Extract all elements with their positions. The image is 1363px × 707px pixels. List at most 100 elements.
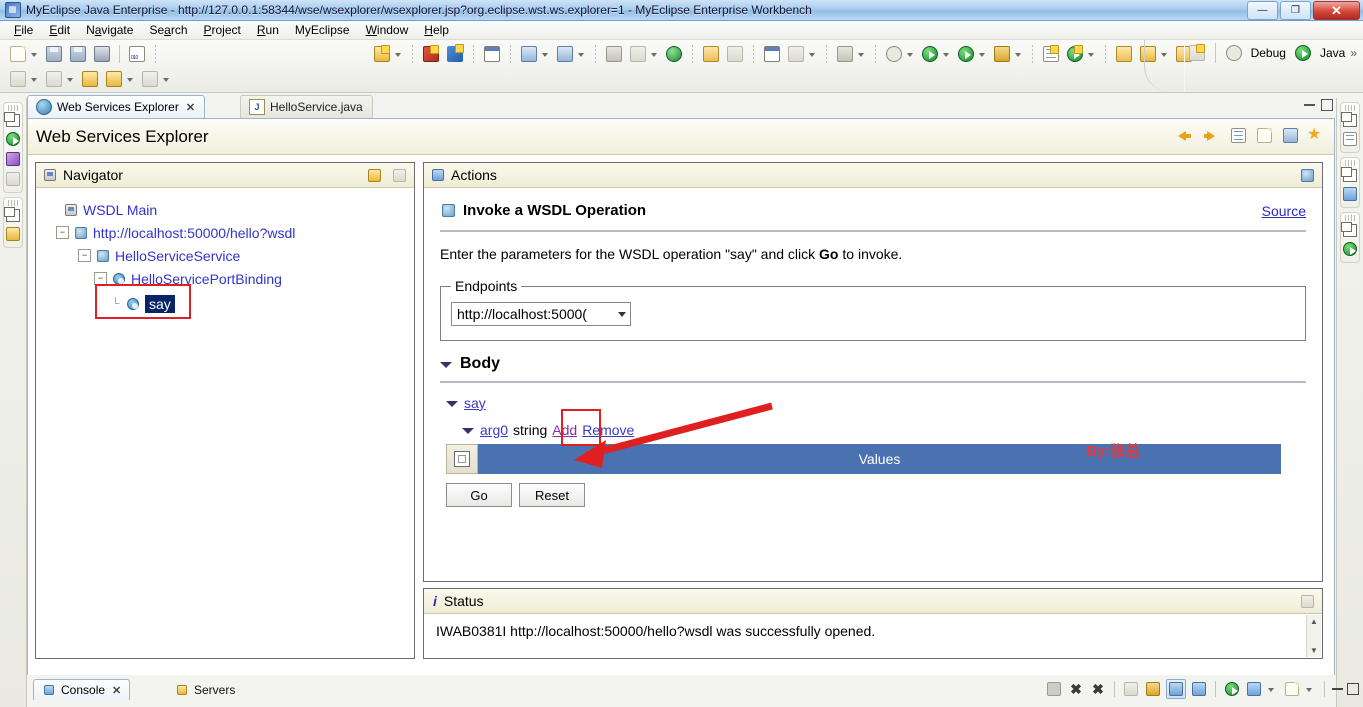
new-myeclipse-project-dropdown-icon[interactable] [394,44,403,64]
new-console-view-icon[interactable] [1245,680,1263,698]
tree-item-wsdl-main[interactable]: WSDL Main [44,198,406,221]
forward-history-icon[interactable] [140,69,160,89]
maximize-button[interactable]: ❐ [1280,1,1311,20]
fastview-drag-handle[interactable] [1345,160,1355,166]
annotation-dropdown-icon[interactable] [66,69,75,89]
debug-perspective-icon[interactable] [1224,43,1244,63]
select-all-checkbox-icon[interactable] [446,444,478,474]
preferences-icon[interactable] [1281,126,1300,145]
open-type-icon[interactable] [762,44,782,64]
tab-helloservice-java[interactable]: J HelloService.java [240,95,373,118]
run-history-dropdown-icon[interactable] [978,44,987,64]
database-explorer-icon[interactable] [701,44,721,64]
scroll-down-icon[interactable]: ▼ [1307,644,1321,657]
fastview-drag-handle[interactable] [8,105,18,111]
web-20-icon[interactable] [482,44,502,64]
tree-item-say[interactable]: └ say [44,290,406,317]
open-in-browser-icon[interactable] [1299,167,1316,184]
variables-view-icon[interactable] [4,150,22,168]
search-icon[interactable] [786,44,806,64]
validate-dropdown-icon[interactable] [30,69,39,89]
menu-item-file[interactable]: File [6,21,41,39]
back-history-icon[interactable] [104,69,124,89]
fastview-drag-handle[interactable] [8,200,18,206]
debug-perspective-label[interactable]: Debug [1248,46,1289,60]
minimize-console-icon[interactable] [1332,688,1343,690]
remove-link[interactable]: Remove [582,422,634,438]
fastview-drag-handle[interactable] [1345,105,1355,111]
restore-icon[interactable] [1341,222,1357,237]
junit-view-icon[interactable] [1341,240,1359,258]
run-history-icon[interactable] [956,44,976,64]
fastview-drag-handle[interactable] [1345,215,1355,221]
outline-view-icon[interactable] [1341,130,1359,148]
menu-item-search[interactable]: Search [141,21,195,39]
servers-view-icon[interactable] [4,225,22,243]
open-perspective-icon[interactable] [1187,43,1207,63]
package-explorer-icon[interactable] [1341,185,1359,203]
close-button[interactable]: ✕ [1313,1,1360,20]
next-annotation-icon[interactable] [80,69,100,89]
maximize-console-icon[interactable] [1347,683,1359,695]
open-task-icon[interactable] [1114,44,1134,64]
twisty-down-icon[interactable] [462,424,474,436]
run-secure-dropdown-icon[interactable] [1014,44,1023,64]
display-selected-console-icon[interactable] [1190,680,1208,698]
open-wsdl-page-icon[interactable] [1255,126,1274,145]
run-icon[interactable] [920,44,940,64]
twisty-down-icon[interactable] [446,397,458,409]
restore-icon[interactable] [1341,112,1357,127]
breakpoints-view-icon[interactable] [4,170,22,188]
tree-item-helloserviceportbinding[interactable]: − HelloServicePortBinding [44,267,406,290]
maximize-panel-icon[interactable] [391,167,408,184]
close-icon[interactable]: ✕ [112,684,121,697]
endpoint-select[interactable]: http://localhost:5000( [451,302,631,326]
collapse-icon[interactable]: − [56,226,69,239]
back-history-dropdown-icon[interactable] [126,69,135,89]
run-app-dropdown-icon[interactable] [650,44,659,64]
properties-icon[interactable] [1229,126,1248,145]
maximize-panel-icon[interactable] [1299,593,1316,610]
chevron-down-icon[interactable] [614,303,630,325]
run-server-dropdown-icon[interactable] [541,44,550,64]
twisty-down-icon[interactable] [440,358,452,370]
new-java-package-icon[interactable] [1041,44,1061,64]
java-perspective-icon[interactable] [1293,43,1313,63]
deploy-app-icon[interactable] [604,44,624,64]
clear-console-icon[interactable] [1122,680,1140,698]
save-icon[interactable] [44,44,64,64]
restore-icon[interactable] [4,112,20,127]
terminate-icon[interactable] [1045,680,1063,698]
debug-dropdown-icon[interactable] [906,44,915,64]
maximize-editor-icon[interactable] [1321,99,1333,111]
collapse-icon[interactable]: − [78,249,91,262]
run-dropdown-icon[interactable] [942,44,951,64]
debug-icon[interactable] [884,44,904,64]
save-all-icon[interactable] [68,44,88,64]
tab-console[interactable]: Console ✕ [33,679,131,700]
new-wizard-dropdown-icon[interactable] [30,44,39,64]
new-myeclipse-project-icon[interactable] [372,44,392,64]
perspective-overflow-icon[interactable]: » [1350,46,1357,60]
collapse-icon[interactable]: − [94,272,107,285]
tab-servers[interactable]: Servers [167,679,243,700]
minimize-editor-icon[interactable] [1304,104,1315,106]
console-dropdown-icon[interactable] [1267,679,1276,699]
back-icon[interactable] [1177,126,1196,145]
forward-icon[interactable] [1203,126,1222,145]
debug-view-icon[interactable] [4,130,22,148]
open-browser-icon[interactable] [664,44,684,64]
add-link[interactable]: Add [552,422,577,438]
new-class-dropdown-icon[interactable] [1087,44,1096,64]
menu-item-run[interactable]: Run [249,21,287,39]
menu-item-edit[interactable]: Edit [41,21,78,39]
restore-icon[interactable] [1341,167,1357,182]
close-icon[interactable]: ✕ [186,101,195,114]
deploy-icon[interactable] [421,44,441,64]
open-console-doc-icon[interactable] [1283,680,1301,698]
refresh-icon[interactable] [725,44,745,64]
menu-item-navigate[interactable]: Navigate [78,21,141,39]
go-button[interactable]: Go [446,483,512,507]
argument-link-arg0[interactable]: arg0 [480,422,508,438]
debug-server-dropdown-icon[interactable] [577,44,586,64]
